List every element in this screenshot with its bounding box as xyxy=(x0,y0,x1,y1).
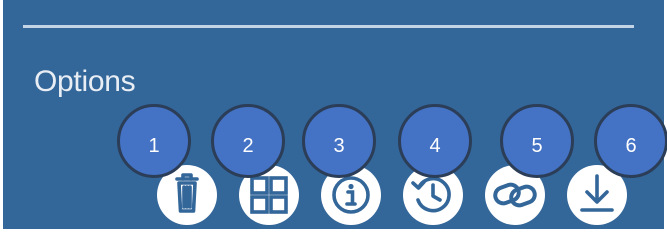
header-divider xyxy=(23,25,634,28)
callout-2: 2 xyxy=(211,104,285,178)
panel-title: Options xyxy=(34,65,136,98)
callout-5: 5 xyxy=(500,104,574,178)
options-panel: Options 1 2 3 4 5 6 xyxy=(3,0,667,229)
callout-6: 6 xyxy=(594,104,667,178)
callout-3: 3 xyxy=(302,104,376,178)
callout-4: 4 xyxy=(398,104,472,178)
callout-1: 1 xyxy=(117,104,191,178)
